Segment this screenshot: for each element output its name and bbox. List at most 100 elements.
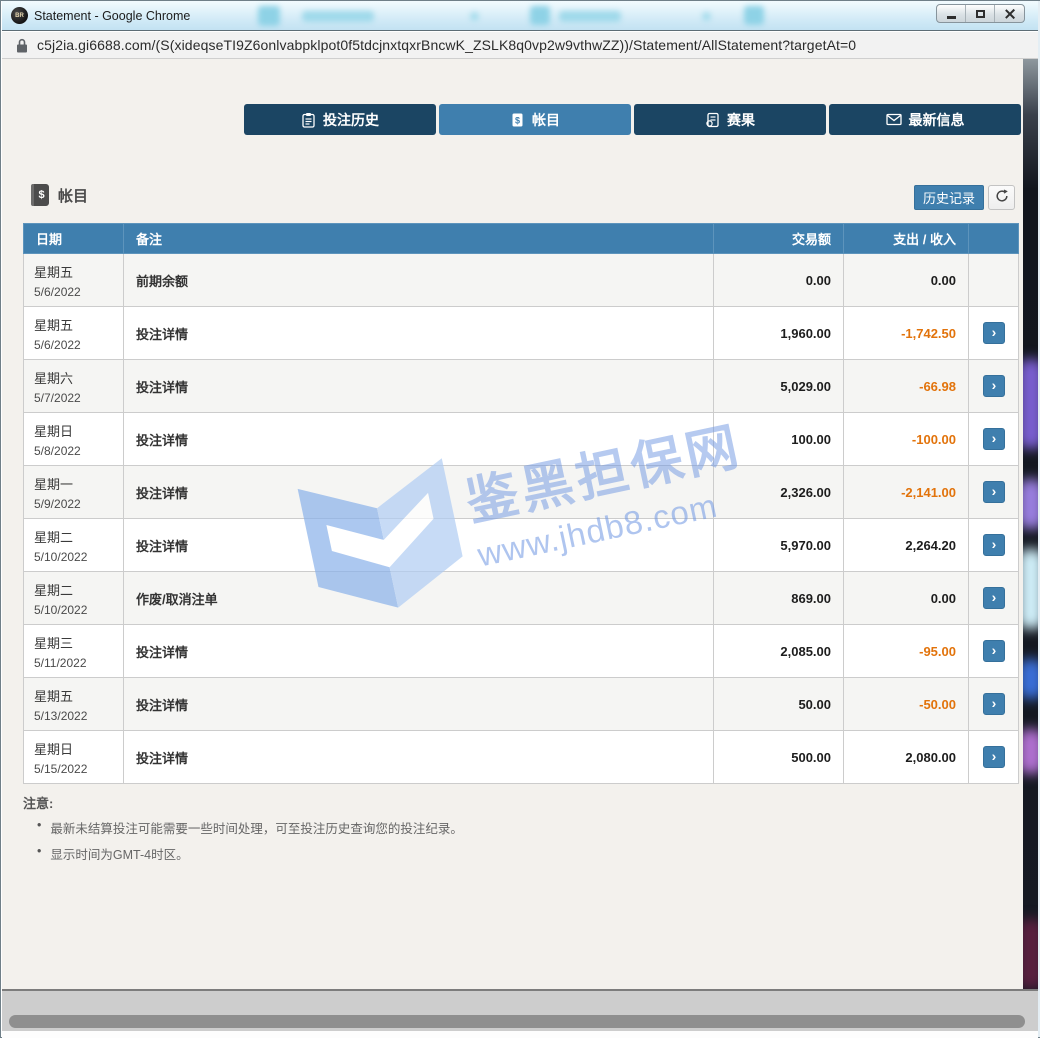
- blurred-tab-icon: [530, 6, 550, 25]
- notes-title: 注意:: [23, 793, 463, 812]
- results-icon: [705, 112, 720, 128]
- table-row: 星期日 5/15/2022 投注详情 500.00 2,080.00 ›: [24, 731, 1019, 784]
- row-weekday: 星期日: [34, 739, 117, 758]
- row-net: -95.00: [844, 625, 969, 678]
- row-note: 投注详情: [124, 360, 714, 413]
- detail-button[interactable]: ›: [983, 587, 1005, 609]
- maximize-button[interactable]: [966, 5, 995, 22]
- row-net: 2,080.00: [844, 731, 969, 784]
- detail-button[interactable]: ›: [983, 375, 1005, 397]
- row-net: 0.00: [844, 572, 969, 625]
- scrollbar-thumb[interactable]: [9, 1015, 1025, 1028]
- close-icon: [1004, 8, 1016, 20]
- account-ledger-icon: $: [510, 112, 525, 128]
- row-amount: 869.00: [714, 572, 844, 625]
- row-note: 投注详情: [124, 625, 714, 678]
- notes-list: 最新未结算投注可能需要一些时间处理，可至投注历史查询您的投注纪录。 显示时间为G…: [23, 818, 463, 863]
- row-amount: 0.00: [714, 254, 844, 307]
- header-amount: 交易额: [714, 224, 844, 254]
- bet-history-icon: [301, 112, 316, 128]
- refresh-icon: [995, 189, 1009, 206]
- minimize-button[interactable]: [937, 5, 966, 22]
- table-header-row: 日期 备注 交易额 支出 / 收入: [24, 224, 1019, 254]
- tab-bet-history[interactable]: 投注历史: [244, 104, 436, 135]
- site-favicon-icon: BR: [11, 7, 28, 24]
- row-weekday: 星期三: [34, 633, 117, 652]
- row-amount: 5,970.00: [714, 519, 844, 572]
- section-header: $ 帐目: [31, 184, 88, 206]
- table-row: 星期日 5/8/2022 投注详情 100.00 -100.00 ›: [24, 413, 1019, 466]
- table-row: 星期五 5/6/2022 前期余额 0.00 0.00: [24, 254, 1019, 307]
- chevron-right-icon: ›: [992, 431, 997, 445]
- history-record-button[interactable]: 历史记录: [914, 185, 984, 210]
- blurred-tab-icon: [258, 6, 280, 26]
- row-weekday: 星期六: [34, 368, 117, 387]
- detail-button[interactable]: ›: [983, 746, 1005, 768]
- lock-icon[interactable]: [16, 38, 28, 53]
- row-note: 投注详情: [124, 413, 714, 466]
- tab-latest-news[interactable]: 最新信息: [829, 104, 1021, 135]
- url-text: c5j2ia.gi6688.com/(S(xideqseTI9Z6onlvabp…: [37, 37, 856, 53]
- window-title: Statement - Google Chrome: [34, 9, 190, 23]
- address-bar[interactable]: c5j2ia.gi6688.com/(S(xideqseTI9Z6onlvabp…: [2, 32, 1038, 59]
- detail-button[interactable]: ›: [983, 428, 1005, 450]
- refresh-button[interactable]: [988, 185, 1015, 210]
- row-weekday: 星期二: [34, 527, 117, 546]
- detail-button[interactable]: ›: [983, 640, 1005, 662]
- chevron-right-icon: ›: [992, 749, 997, 763]
- browser-window: { "window": { "title": "Statement - Goog…: [0, 0, 1040, 1038]
- blurred-tab-icon: [744, 6, 764, 25]
- blurred-dot: [702, 12, 711, 21]
- detail-button[interactable]: ›: [983, 693, 1005, 715]
- row-weekday: 星期一: [34, 474, 117, 493]
- blurred-dot: [470, 12, 479, 21]
- background-glow: [1023, 549, 1038, 629]
- table-row: 星期一 5/9/2022 投注详情 2,326.00 -2,141.00 ›: [24, 466, 1019, 519]
- tab-label: 帐目: [532, 110, 560, 130]
- row-weekday: 星期五: [34, 315, 117, 334]
- row-amount: 2,085.00: [714, 625, 844, 678]
- nav-tabs: 投注历史 $ 帐目 赛果 最新信息: [244, 104, 1021, 135]
- row-date: 5/13/2022: [34, 709, 117, 723]
- row-date: 5/9/2022: [34, 497, 117, 511]
- note-item: 显示时间为GMT-4时区。: [37, 844, 463, 863]
- chevron-right-icon: ›: [992, 696, 997, 710]
- row-weekday: 星期日: [34, 421, 117, 440]
- minimize-icon: [947, 16, 956, 19]
- detail-button[interactable]: ›: [983, 322, 1005, 344]
- table-row: 星期二 5/10/2022 投注详情 5,970.00 2,264.20 ›: [24, 519, 1019, 572]
- row-amount: 500.00: [714, 731, 844, 784]
- chevron-right-icon: ›: [992, 537, 997, 551]
- detail-button[interactable]: ›: [983, 481, 1005, 503]
- background-glow: [1023, 659, 1038, 699]
- detail-button[interactable]: ›: [983, 534, 1005, 556]
- row-amount: 100.00: [714, 413, 844, 466]
- tab-account[interactable]: $ 帐目: [439, 104, 631, 135]
- row-date: 5/10/2022: [34, 603, 117, 617]
- row-date: 5/8/2022: [34, 444, 117, 458]
- row-note: 作废/取消注单: [124, 572, 714, 625]
- close-button[interactable]: [995, 5, 1024, 22]
- mail-icon: [886, 113, 902, 126]
- header-net: 支出 / 收入: [844, 224, 969, 254]
- horizontal-scrollbar[interactable]: [2, 991, 1038, 1031]
- section-actions: 历史记录: [914, 185, 1015, 210]
- header-date: 日期: [24, 224, 124, 254]
- svg-text:$: $: [515, 115, 520, 125]
- row-weekday: 星期五: [34, 262, 117, 281]
- window-border: [2, 1031, 1038, 1038]
- window-controls: [936, 4, 1025, 23]
- tab-results[interactable]: 赛果: [634, 104, 826, 135]
- table-row: 星期五 5/13/2022 投注详情 50.00 -50.00 ›: [24, 678, 1019, 731]
- window-titlebar: BR Statement - Google Chrome: [2, 1, 1038, 31]
- blurred-tab-label: [559, 11, 621, 22]
- note-item: 最新未结算投注可能需要一些时间处理，可至投注历史查询您的投注纪录。: [37, 818, 463, 837]
- row-date: 5/15/2022: [34, 762, 117, 776]
- row-net: 2,264.20: [844, 519, 969, 572]
- row-weekday: 星期二: [34, 580, 117, 599]
- row-net: -66.98: [844, 360, 969, 413]
- table-row: 星期三 5/11/2022 投注详情 2,085.00 -95.00 ›: [24, 625, 1019, 678]
- header-note: 备注: [124, 224, 714, 254]
- chevron-right-icon: ›: [992, 643, 997, 657]
- chevron-right-icon: ›: [992, 484, 997, 498]
